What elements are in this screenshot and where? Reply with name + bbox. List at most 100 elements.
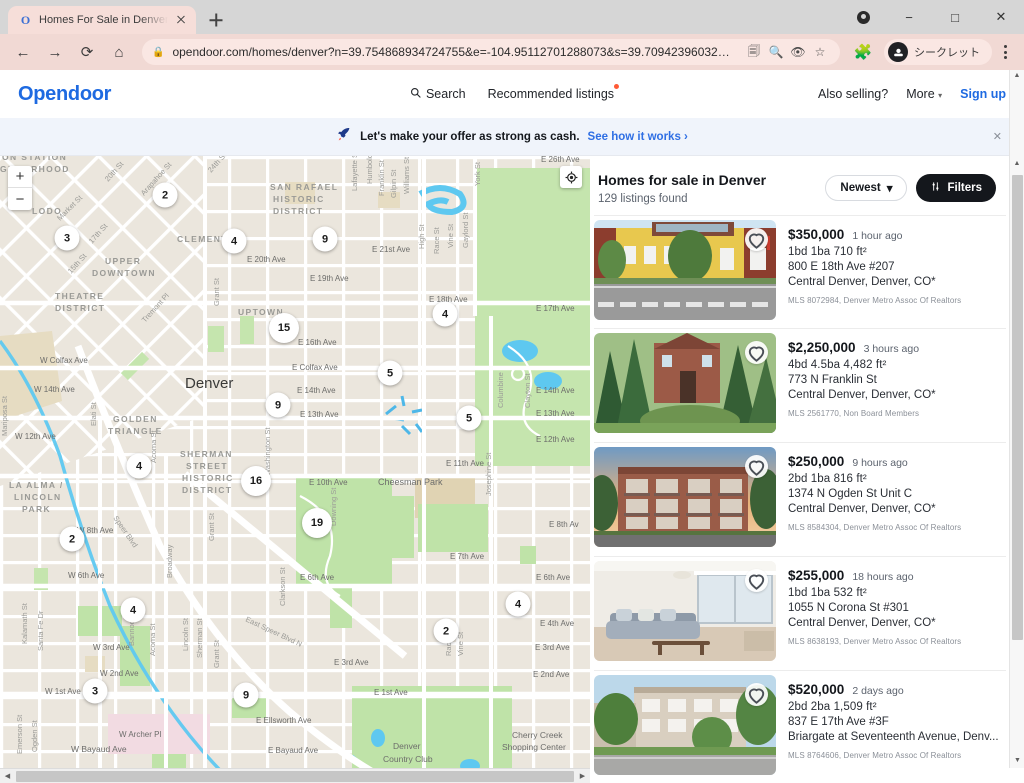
nav-search-label: Search <box>425 87 466 101</box>
address-bar[interactable]: 🔒 opendoor.com/homes/denver?n=39.7548689… <box>142 39 840 65</box>
promo-banner-inner: Let's make your offer as strong as cash.… <box>336 126 688 147</box>
listings-vertical-scrollbar[interactable]: ▲ ▼ <box>1009 156 1024 768</box>
close-banner-icon[interactable]: ✕ <box>993 130 1002 143</box>
page-scroll-up-arrow-icon[interactable]: ▲ <box>1014 72 1021 79</box>
map-zoom-in-button[interactable]: + <box>8 166 32 188</box>
listing-photo[interactable] <box>594 220 776 320</box>
listing-photo[interactable] <box>594 675 776 775</box>
opendoor-logo[interactable]: Opendoor <box>18 83 111 106</box>
incognito-indicator[interactable]: シークレット <box>884 39 992 65</box>
home-icon[interactable]: ⌂ <box>104 37 134 67</box>
bookmark-star-icon[interactable]: ☆ <box>810 42 830 62</box>
listing-details: $2,250,000 3 hours ago 4bd 4.5ba 4,482 f… <box>788 329 936 418</box>
listing-card[interactable]: $520,000 2 days ago 2bd 2ba 1,509 ft² 83… <box>594 671 1006 783</box>
heart-outline-icon[interactable] <box>745 228 768 251</box>
scroll-right-arrow-icon[interactable]: ▶ <box>575 772 590 780</box>
listing-card[interactable]: $255,000 18 hours ago 1bd 1ba 532 ft² 10… <box>594 557 1006 671</box>
nav-also-selling[interactable]: Also selling? <box>818 87 888 101</box>
listing-photo[interactable] <box>594 333 776 433</box>
minimize-window-button[interactable]: − <box>886 0 932 34</box>
map-zoom-controls: + − <box>8 166 32 210</box>
map-panel[interactable]: ON STATION GHBORHOOD LODO UPPER DOWNTOWN THEA… <box>0 156 590 783</box>
map-listing-cluster-marker[interactable]: 4 <box>505 591 531 617</box>
listing-photo[interactable] <box>594 561 776 661</box>
scroll-up-arrow-icon[interactable]: ▲ <box>1010 156 1024 171</box>
listing-city: Central Denver, Denver, CO* <box>788 617 936 629</box>
listing-specs: 2bd 2ba 1,509 ft² <box>788 701 877 713</box>
map-listing-cluster-marker[interactable]: 2 <box>152 182 178 208</box>
scroll-left-arrow-icon[interactable]: ◀ <box>0 772 15 780</box>
tab-title: Homes For Sale in Denver, CO | O <box>39 14 168 26</box>
listing-card[interactable]: $250,000 9 hours ago 2bd 1ba 816 ft² 137… <box>594 443 1006 557</box>
nav-recommended-listings[interactable]: Recommended listings <box>488 84 620 101</box>
map-listing-cluster-marker[interactable]: 5 <box>456 405 482 431</box>
back-icon[interactable]: ← <box>8 37 38 67</box>
map-listing-cluster-marker[interactable]: 4 <box>221 228 247 254</box>
sync-off-icon[interactable]: 👁 <box>788 42 808 62</box>
heart-outline-icon[interactable] <box>745 341 768 364</box>
puzzle-icon[interactable]: 🧩 <box>848 37 878 67</box>
map-listing-cluster-marker[interactable]: 9 <box>265 392 291 418</box>
listing-card[interactable]: $350,000 1 hour ago 1bd 1ba 710 ft² 800 … <box>594 215 1006 329</box>
listing-cards: $350,000 1 hour ago 1bd 1ba 710 ft² 800 … <box>590 215 1024 783</box>
promo-banner-link[interactable]: See how it works › <box>588 131 688 143</box>
scroll-down-arrow-icon[interactable]: ▼ <box>1010 753 1024 768</box>
heart-outline-icon[interactable] <box>745 683 768 706</box>
map-zoom-out-button[interactable]: − <box>8 188 32 210</box>
nav-search[interactable]: Search <box>410 87 466 101</box>
listing-mls: MLS 2561770, Non Board Members <box>788 409 920 418</box>
filters-button[interactable]: Filters <box>916 174 996 202</box>
listing-city: Central Denver, Denver, CO* <box>788 389 936 401</box>
map-listing-cluster-marker[interactable]: 15 <box>269 313 299 343</box>
browser-tab[interactable]: O Homes For Sale in Denver, CO | O <box>8 6 196 34</box>
map-listing-cluster-marker[interactable]: 2 <box>433 618 459 644</box>
vertical-scroll-thumb[interactable] <box>1012 175 1023 640</box>
browser-titlebar: O Homes For Sale in Denver, CO | O − □ ✕ <box>0 0 1024 34</box>
close-tab-icon[interactable] <box>174 13 188 27</box>
map-listing-cluster-marker[interactable]: 3 <box>82 678 108 704</box>
close-window-button[interactable]: ✕ <box>978 0 1024 34</box>
new-tab-button[interactable] <box>202 6 230 34</box>
heart-outline-icon[interactable] <box>745 455 768 478</box>
map-listing-cluster-marker[interactable]: 4 <box>126 453 152 479</box>
listing-address: 800 E 18th Ave #207 <box>788 261 895 273</box>
forward-icon[interactable]: → <box>40 37 70 67</box>
chevron-down-icon: ▾ <box>938 91 943 100</box>
listing-address: 1055 N Corona St #301 <box>788 602 909 614</box>
sort-dropdown[interactable]: Newest ▾ <box>825 175 908 201</box>
listing-photo[interactable] <box>594 447 776 547</box>
listing-specs: 1bd 1ba 532 ft² <box>788 587 867 599</box>
map-listing-cluster-marker[interactable]: 16 <box>241 466 271 496</box>
listing-age: 9 hours ago <box>852 457 908 469</box>
notification-dot-icon <box>614 84 620 89</box>
map-listing-cluster-marker[interactable]: 4 <box>432 301 458 327</box>
map-listing-cluster-marker[interactable]: 3 <box>54 225 80 251</box>
profile-indicator-icon[interactable] <box>840 0 886 34</box>
map-listing-cluster-marker[interactable]: 5 <box>377 360 403 386</box>
maximize-window-button[interactable]: □ <box>932 0 978 34</box>
listing-specs: 4bd 4.5ba 4,482 ft² <box>788 359 887 371</box>
my-location-icon[interactable] <box>560 166 582 188</box>
horizontal-scrollbar[interactable]: ◀ ▶ <box>0 768 590 783</box>
browser-toolbar: ← → ⟳ ⌂ 🔒 opendoor.com/homes/denver?n=39… <box>0 34 1024 70</box>
horizontal-scroll-thumb[interactable] <box>16 770 574 782</box>
listing-city: Central Denver, Denver, CO* <box>788 503 936 515</box>
map-listing-cluster-marker[interactable]: 2 <box>59 526 85 552</box>
listing-price: $250,000 <box>788 454 845 469</box>
reload-icon[interactable]: ⟳ <box>72 37 102 67</box>
listing-card[interactable]: $2,250,000 3 hours ago 4bd 4.5ba 4,482 f… <box>594 329 1006 443</box>
page-scroll-top[interactable]: ▲ <box>1009 70 1024 156</box>
nav-more[interactable]: More ▾ <box>906 87 942 101</box>
map-listing-cluster-marker[interactable]: 4 <box>120 597 146 623</box>
heart-outline-icon[interactable] <box>745 569 768 592</box>
map-listing-cluster-marker[interactable]: 19 <box>302 508 332 538</box>
listing-price: $520,000 <box>788 682 845 697</box>
listings-title: Homes for sale in Denver <box>598 172 767 188</box>
listing-address: 773 N Franklin St <box>788 374 877 386</box>
map-listing-cluster-marker[interactable]: 9 <box>312 226 338 252</box>
zoom-out-icon[interactable]: 🔍 <box>766 42 786 62</box>
browser-menu-icon[interactable] <box>994 37 1016 67</box>
translate-icon[interactable]: 🗐 <box>744 42 764 62</box>
map-listing-cluster-marker[interactable]: 9 <box>233 682 259 708</box>
sign-up-button[interactable]: Sign up <box>960 87 1006 101</box>
